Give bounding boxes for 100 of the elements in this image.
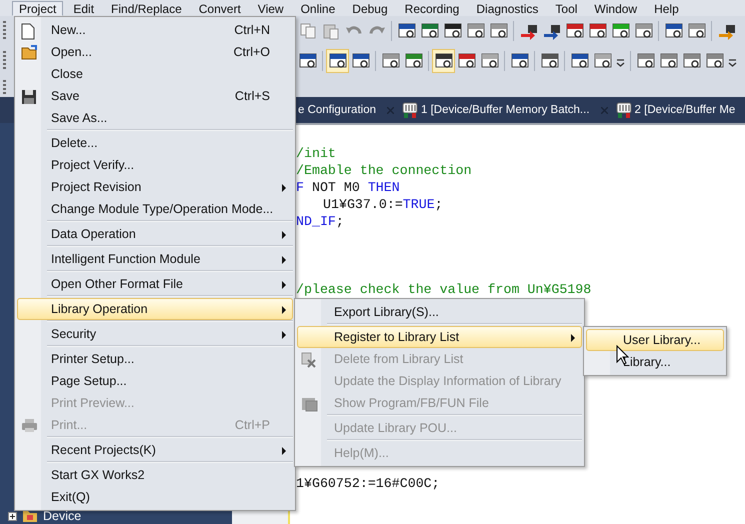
library-delete-icon — [301, 352, 317, 368]
menu-item[interactable]: Library Operation — [17, 298, 293, 320]
menu-item[interactable]: Intelligent Function Module — [17, 248, 293, 270]
monitor-icon — [458, 52, 476, 70]
menu-item[interactable]: Open Other Format File — [17, 273, 293, 295]
program-file-icon — [301, 396, 318, 412]
menu-bar-item[interactable]: Help — [647, 0, 686, 16]
menu-bar-item[interactable]: View — [250, 0, 291, 16]
monitor-icon — [570, 52, 588, 70]
menu-bar-item[interactable]: Find/Replace — [104, 0, 189, 16]
menu-item[interactable]: Recent Projects(K) — [17, 439, 293, 461]
memory-chip-icon — [402, 102, 418, 118]
menu-item[interactable]: Library... — [586, 351, 724, 373]
monitor-icon — [382, 52, 400, 70]
monitor-button[interactable] — [432, 49, 455, 73]
submenu-arrow-icon — [282, 256, 286, 264]
monitor-icon — [298, 52, 316, 70]
menu-item[interactable]: Project Revision — [17, 176, 293, 198]
tree-item-label: Device — [43, 509, 82, 523]
menu-bar-item[interactable]: Recording — [398, 0, 466, 16]
monitor-icon — [398, 22, 416, 40]
monitor-icon — [510, 52, 528, 70]
menu-item[interactable]: Change Module Type/Operation Mode... — [17, 198, 293, 220]
submenu-arrow-icon — [571, 334, 575, 342]
shortcut-label: Ctrl+P — [234, 418, 270, 432]
shortcut-label: Ctrl+O — [234, 45, 270, 59]
menu-item[interactable]: Delete... — [17, 132, 293, 154]
monitor-icon — [660, 52, 678, 70]
submenu-arrow-icon — [282, 281, 286, 289]
code-line: /init — [296, 145, 337, 162]
menu-bar-item[interactable]: Edit — [66, 0, 102, 16]
monitor-icon — [566, 22, 584, 40]
menu-bar-item[interactable]: Convert — [192, 0, 248, 16]
menu-item[interactable]: Project Verify... — [17, 154, 293, 176]
menu-item[interactable]: New... Ctrl+N — [17, 19, 293, 41]
monitor-icon — [490, 22, 508, 40]
undo-icon — [344, 26, 362, 36]
document-tab[interactable]: 2 [Device/Buffer Me — [614, 99, 736, 121]
menu-item[interactable]: Register to Library List — [297, 326, 582, 348]
menu-item[interactable]: Printer Setup... — [17, 348, 293, 370]
submenu-arrow-icon — [282, 306, 286, 314]
monitor-icon — [588, 22, 606, 40]
menu-item[interactable]: Open... Ctrl+O — [17, 41, 293, 63]
expand-icon[interactable] — [8, 512, 17, 520]
submenu-arrow-icon — [282, 447, 286, 455]
memory-chip-icon — [616, 102, 632, 118]
document-tab[interactable]: 1 [Device/Buffer Memory Batch... — [401, 99, 609, 121]
menu-bar-item[interactable]: Diagnostics — [469, 0, 546, 16]
menu-bar-item[interactable]: Window — [587, 0, 644, 16]
menu-item[interactable]: Save As... — [17, 107, 293, 129]
toolbar-grip[interactable] — [3, 21, 6, 41]
menu-item[interactable]: Save Ctrl+S — [17, 85, 293, 107]
document-tab[interactable]: e Configuration — [297, 99, 395, 121]
monitor-icon — [688, 22, 706, 40]
tree-item[interactable]: Device — [0, 505, 232, 524]
menu-item[interactable]: Page Setup... — [17, 370, 293, 392]
folder-icon — [22, 509, 38, 523]
toolbar-grip[interactable] — [3, 51, 6, 71]
paste-icon — [322, 22, 340, 40]
redo-icon — [368, 26, 386, 36]
menu-bar-item[interactable]: Debug — [345, 0, 395, 16]
code-line: 1¥G60752:=16#C00C; — [296, 475, 441, 492]
arrow-icon — [520, 22, 538, 40]
menu-bar-item[interactable]: Tool — [548, 0, 584, 16]
submenu-arrow-icon — [282, 231, 286, 239]
menu-item[interactable]: Data Operation — [17, 223, 293, 245]
monitor-icon — [706, 52, 724, 70]
shortcut-label: Ctrl+N — [234, 23, 270, 37]
open-folder-icon — [21, 45, 39, 60]
monitor-icon — [434, 52, 452, 70]
menu-item[interactable]: User Library... — [586, 329, 724, 351]
menu-item[interactable]: Security — [17, 323, 293, 345]
code-line: ND_IF; — [296, 213, 345, 230]
printer-icon — [21, 418, 38, 433]
menu-item[interactable]: Exit(Q) — [17, 486, 293, 508]
submenu-arrow-icon — [282, 184, 286, 192]
monitor-button[interactable] — [326, 49, 349, 73]
toolbar-grip[interactable] — [3, 80, 6, 94]
monitor-icon — [466, 22, 484, 40]
monitor-icon — [634, 22, 652, 40]
monitor-icon — [540, 52, 558, 70]
arrow-icon — [542, 22, 560, 40]
code-line: /Emable the connection — [296, 162, 473, 179]
menu-item[interactable]: Start GX Works2 — [17, 464, 293, 486]
menu-bar-item[interactable]: Online — [294, 0, 342, 16]
monitor-icon — [352, 52, 370, 70]
copy-icon — [298, 22, 316, 40]
shortcut-label: Ctrl+S — [234, 89, 270, 103]
arrow-icon — [718, 22, 736, 40]
new-page-icon — [21, 23, 35, 40]
submenu-arrow-icon — [282, 331, 286, 339]
monitor-icon — [594, 52, 612, 70]
monitor-icon — [480, 52, 498, 70]
code-line: U1¥G37.0:=TRUE; — [322, 196, 444, 213]
menu-item[interactable]: Close — [17, 63, 293, 85]
monitor-icon — [682, 52, 700, 70]
menu-bar-item[interactable]: Project — [12, 0, 64, 16]
monitor-icon — [420, 22, 438, 40]
menu-item[interactable]: Export Library(S)... — [297, 301, 582, 323]
monitor-icon — [444, 22, 462, 40]
